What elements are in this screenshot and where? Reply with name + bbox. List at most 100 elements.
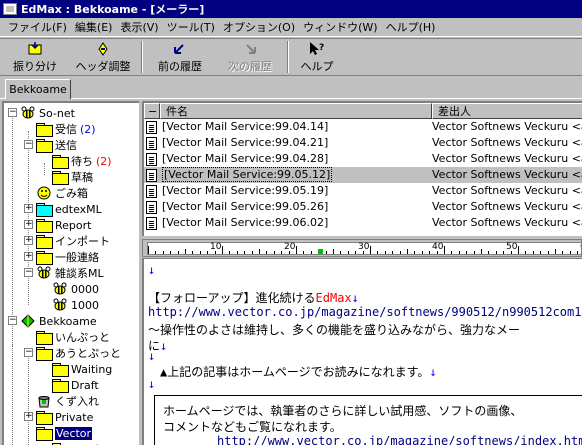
tree-item[interactable]: 一般連絡 (36, 249, 99, 265)
menu-edit[interactable]: 編集(E) (71, 19, 117, 35)
folder-icon (36, 331, 53, 345)
collapse-icon[interactable]: − (24, 348, 33, 357)
expand-icon[interactable]: + (24, 412, 33, 421)
ruler-strip: 102030405060 (147, 242, 581, 255)
message-icon (146, 169, 157, 182)
ruler-tick (577, 251, 579, 254)
tree-item[interactable]: Vector (36, 425, 93, 441)
tree-item[interactable]: くず入れ (36, 393, 99, 409)
tree-item[interactable]: So-net (20, 105, 75, 121)
menu-help[interactable]: ヘルプ(H) (382, 19, 440, 35)
preview-text: ～操作性のよさは維持し、多くの機能を盛り込みながら、強力なメー (148, 323, 521, 337)
menu-options[interactable]: オプション(O) (219, 19, 299, 35)
trash-icon (36, 394, 52, 408)
tree-item-label: So-net (39, 106, 75, 120)
tree-line (12, 345, 13, 445)
message-row[interactable]: [Vector Mail Service:99.04.21] Vector Sof… (144, 135, 582, 151)
column-header-flag[interactable]: − (144, 103, 160, 119)
ruler-tick (458, 251, 460, 254)
tree-item[interactable]: いんぷっと (36, 329, 110, 345)
expand-icon[interactable]: + (24, 236, 33, 245)
preview-url[interactable]: http://www.vector.co.jp/magazine/softnew… (217, 434, 582, 445)
tree-item-label: Draft (71, 378, 99, 392)
folder-icon (36, 123, 53, 137)
header-adjust-button[interactable]: ヘッダ調整 (67, 39, 139, 75)
folder-icon (36, 139, 53, 153)
collapse-icon[interactable]: − (24, 268, 33, 277)
message-row[interactable]: [Vector Mail Service:99.04.14] Vector Sof… (144, 119, 582, 135)
toolbar-separator (141, 41, 143, 73)
ruler-tick (384, 251, 386, 254)
line-break-marker: ↓ (351, 291, 359, 305)
message-row[interactable]: [Vector Mail Service:99.05.19] Vector Sof… (144, 183, 582, 199)
preview-text: ▲上記の記事はホームページでお読みになれます。 (160, 365, 430, 379)
ruler-tick (296, 246, 297, 254)
ruler-tick (340, 251, 342, 254)
preview-url[interactable]: http://www.vector.co.jp/magazine/softnew… (148, 305, 582, 319)
toolbar: 振り分け ヘッダ調整 前の履歴 次の履歴 ? ヘルプ (0, 38, 582, 76)
menu-tools[interactable]: ツール(T) (163, 19, 219, 35)
ruler-tick (244, 251, 246, 254)
tree-item[interactable]: Private (36, 409, 93, 425)
tree-item[interactable]: 0000 (52, 281, 99, 297)
message-preview[interactable]: ↓ 【フォローアップ】進化続けるEdMax↓ http://www.vector… (142, 258, 582, 445)
expand-icon[interactable]: + (24, 252, 33, 261)
folder-icon (52, 155, 69, 169)
diamond-icon (20, 314, 36, 328)
next-history-button[interactable]: 次の履歴 (215, 39, 285, 75)
tree-item[interactable]: 雑談系ML (36, 265, 104, 281)
menu-file[interactable]: ファイル(F) (4, 19, 71, 35)
collapse-icon[interactable]: − (8, 108, 17, 117)
ruler-tick (222, 246, 223, 254)
column-header-from[interactable]: 差出人 (432, 103, 582, 119)
prev-history-button[interactable]: 前の履歴 (145, 39, 215, 75)
menu-view[interactable]: 表示(V) (116, 19, 162, 35)
tree-item[interactable]: 草稿 (52, 169, 93, 185)
tree-item[interactable]: 待ち (2) (52, 153, 112, 169)
forward-arrow-icon (246, 43, 256, 54)
ruler-tick (251, 251, 253, 254)
message-icon (146, 201, 157, 214)
ruler-tick (162, 251, 164, 254)
sort-button[interactable]: 振り分け (3, 39, 67, 75)
tree-item[interactable]: インポート (36, 233, 110, 249)
ruler-tick (192, 251, 194, 254)
tree-item[interactable]: あうとぷっと (36, 345, 121, 361)
tree-item[interactable]: edtexML (36, 201, 102, 217)
tab-bekkoame[interactable]: Bekkoame (5, 79, 71, 99)
ruler-tick (185, 249, 186, 254)
message-row[interactable]: [Vector Mail Service:99.06.02] Vector Sof… (144, 215, 582, 231)
folder-icon (52, 363, 69, 377)
tree-item[interactable]: Draft (52, 377, 99, 393)
tree-item[interactable]: 1000 (52, 297, 99, 313)
ruler-tick (407, 249, 408, 254)
message-row[interactable]: [Vector Mail Service:99.05.26] Vector Sof… (144, 199, 582, 215)
bee-icon (36, 266, 52, 280)
message-row[interactable]: [Vector Mail Service:99.04.28] Vector Sof… (144, 151, 582, 167)
folder-tree[interactable]: So-net 受信 (2) 送信 待ち (2) 草稿 ごみ箱 edtexML Report インポー… (2, 101, 139, 445)
tree-item[interactable]: Bekkoame (20, 313, 97, 329)
menu-window[interactable]: ウィンドウ(W) (299, 19, 381, 35)
tree-item[interactable]: Waiting (52, 361, 112, 377)
tree-item[interactable]: ごみ箱 (36, 185, 88, 201)
expand-icon[interactable]: + (24, 204, 33, 213)
ruler-tick (207, 251, 209, 254)
ruler-tick (473, 251, 475, 254)
collapse-icon[interactable]: − (24, 140, 33, 149)
help-button[interactable]: ? ヘルプ (291, 39, 343, 75)
menu-bar: ファイル(F) 編集(E) 表示(V) ツール(T) オプション(O) ウィンド… (0, 18, 582, 37)
column-header-subject[interactable]: 件名 (160, 103, 432, 119)
tree-item[interactable]: 送信 (36, 137, 77, 153)
folder-icon (36, 347, 53, 361)
tree-item[interactable]: Report (36, 217, 91, 233)
message-subject: [Vector Mail Service:99.05.26] (162, 200, 329, 213)
message-row[interactable]: [Vector Mail Service:99.05.12] Vector Sof… (144, 167, 582, 183)
message-from: Vector Softnews Veckuru <an (432, 200, 582, 213)
tree-item[interactable]: ソフトニュース (52, 441, 139, 445)
expand-icon[interactable]: + (24, 220, 33, 229)
tree-item-label: edtexML (55, 202, 102, 216)
ruler-tick (236, 251, 238, 254)
collapse-icon[interactable]: − (8, 316, 17, 325)
message-list[interactable]: − 件名 差出人 [Vector Mail Service:99.04.14] V… (142, 101, 582, 236)
tree-item[interactable]: 受信 (2) (36, 121, 96, 137)
